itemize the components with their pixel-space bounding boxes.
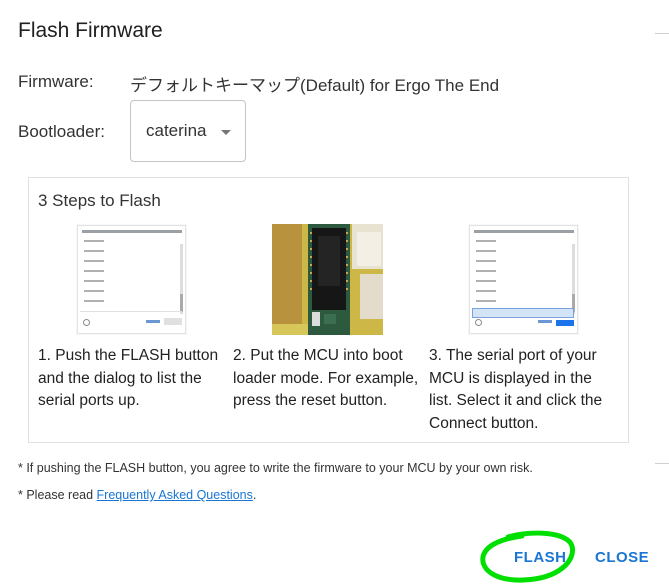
faq-note-suffix: . xyxy=(252,488,257,502)
bootloader-select[interactable]: caterina xyxy=(130,100,246,162)
bootloader-label: Bootloader: xyxy=(18,122,105,141)
dialog-title: Flash Firmware xyxy=(18,19,163,42)
faq-note: * Please read Frequently Asked Questions… xyxy=(18,488,256,502)
step-3-image xyxy=(468,224,579,335)
step-2-image xyxy=(272,224,383,335)
firmware-value: デフォルトキーマップ(Default) for Ergo The End xyxy=(130,76,500,95)
faq-note-prefix: * Please read xyxy=(18,488,97,502)
step-2-text: 2. Put the MCU into boot loader mode. Fo… xyxy=(233,347,419,409)
bootloader-selected-value: caterina xyxy=(146,121,207,140)
step-1-text: 1. Push the FLASH button and the dialog … xyxy=(38,347,219,409)
close-button[interactable]: CLOSE xyxy=(595,549,649,566)
step-1-image xyxy=(76,224,187,335)
firmware-label: Firmware: xyxy=(18,72,94,91)
steps-title: 3 Steps to Flash xyxy=(38,191,161,210)
steps-panel: 3 Steps to Flash 1. Push the FLASH butto… xyxy=(28,177,629,443)
flash-firmware-dialog: Flash Firmware Firmware: デフォルトキーマップ(Defa… xyxy=(0,0,655,586)
background-page xyxy=(655,0,669,586)
dropdown-arrow-icon xyxy=(221,130,231,135)
flash-button[interactable]: FLASH xyxy=(514,549,567,566)
step-3-text: 3. The serial port of your MCU is displa… xyxy=(429,347,603,432)
risk-note: * If pushing the FLASH button, you agree… xyxy=(18,461,533,475)
faq-link[interactable]: Frequently Asked Questions xyxy=(97,488,253,502)
